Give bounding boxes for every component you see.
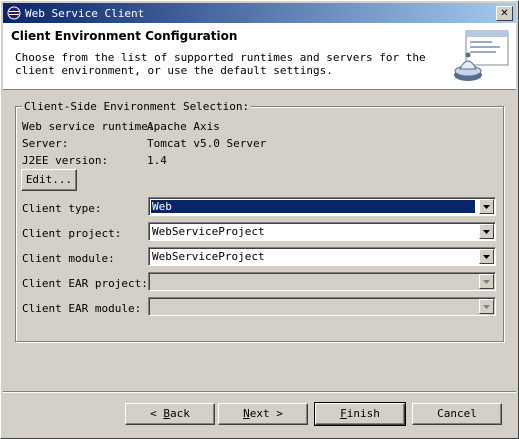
dropdown-arrow-icon[interactable] [479, 274, 494, 289]
next-mnemonic: N [243, 407, 250, 420]
client-project-combo[interactable]: WebServiceProject [148, 222, 496, 241]
finish-button[interactable]: Finish [314, 402, 406, 426]
finish-mnemonic: F [340, 407, 347, 420]
client-type-value: Web [151, 200, 475, 213]
client-type-label: Client type: [22, 202, 102, 215]
dropdown-arrow-icon[interactable] [479, 224, 494, 239]
back-prefix: < [150, 407, 164, 420]
button-bar-separator [3, 391, 516, 393]
group-legend: Client-Side Environment Selection: [22, 100, 252, 113]
page-title: Client Environment Configuration [11, 29, 238, 43]
client-project-label: Client project: [22, 227, 122, 240]
title-bar[interactable]: Web Service Client ✕ [3, 3, 516, 23]
back-mnemonic: B [163, 407, 170, 420]
cancel-button[interactable]: Cancel [412, 403, 502, 425]
back-label: ack [170, 407, 190, 420]
page-description: Choose from the list of supported runtim… [15, 51, 426, 77]
runtime-label: Web service runtime: [22, 120, 155, 133]
finish-label: inish [346, 407, 380, 420]
back-button[interactable]: < Back [125, 403, 215, 425]
j2ee-label: J2EE version: [22, 154, 109, 167]
client-type-combo[interactable]: Web [148, 197, 496, 216]
runtime-value: Apache Axis [147, 120, 220, 133]
client-project-value: WebServiceProject [152, 225, 265, 238]
eclipse-icon [7, 6, 21, 20]
next-button[interactable]: Next > [218, 403, 308, 425]
wizard-header: Client Environment Configuration Choose … [3, 23, 516, 90]
client-ear-module-combo[interactable] [148, 297, 496, 316]
window-title: Web Service Client [25, 7, 145, 20]
client-module-label: Client module: [22, 252, 115, 265]
client-ear-module-label: Client EAR module: [22, 302, 142, 315]
client-ear-project-label: Client EAR project: [22, 277, 148, 290]
server-label: Server: [22, 137, 69, 150]
dropdown-arrow-icon[interactable] [479, 199, 494, 214]
client-ear-project-combo[interactable] [148, 272, 496, 291]
edit-button[interactable]: Edit... [21, 169, 77, 191]
next-label: ext > [249, 407, 283, 420]
server-value: Tomcat v5.0 Server [147, 137, 267, 150]
wizard-banner-icon [454, 30, 509, 81]
client-module-combo[interactable]: WebServiceProject [148, 247, 496, 266]
j2ee-value: 1.4 [147, 154, 167, 167]
close-button[interactable]: ✕ [496, 6, 513, 21]
dropdown-arrow-icon[interactable] [479, 299, 494, 314]
dropdown-arrow-icon[interactable] [479, 249, 494, 264]
wizard-window: Web Service Client ✕ Client Environment … [0, 0, 519, 439]
client-module-value: WebServiceProject [152, 250, 265, 263]
